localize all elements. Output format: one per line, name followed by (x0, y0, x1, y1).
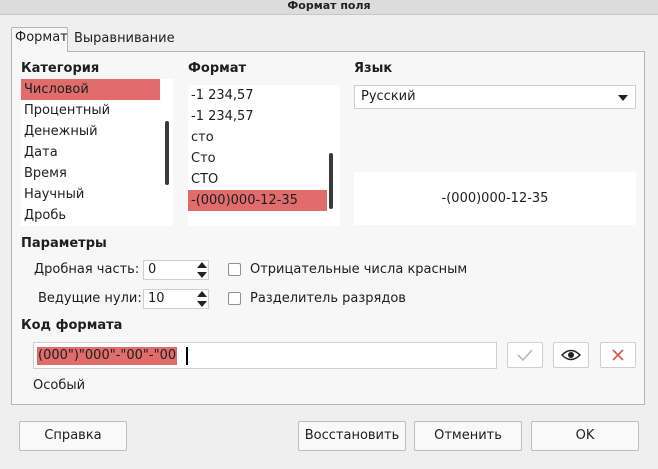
window-title: Формат поля (0, 0, 658, 15)
chevron-up-icon[interactable] (197, 291, 207, 297)
format-preview: -(000)000-12-35 (354, 172, 636, 225)
negative-red-label: Отрицательные числа красным (250, 262, 468, 277)
chevron-down-icon (618, 95, 628, 101)
text-caret (186, 347, 188, 365)
params-heading: Параметры (21, 236, 107, 251)
format-scrollbar[interactable] (329, 153, 333, 209)
format-heading: Формат (188, 61, 247, 76)
list-item[interactable]: Дробь (21, 205, 173, 226)
thousands-separator-label: Разделитель разрядов (250, 291, 406, 306)
format-code-selection: (000")"000"-"00"-"00 (37, 347, 178, 365)
list-item[interactable]: -(000)000-12-35 (188, 190, 327, 211)
category-heading: Категория (21, 61, 100, 76)
close-icon (612, 349, 624, 361)
delete-format-button[interactable] (600, 342, 636, 368)
chevron-down-icon[interactable] (197, 301, 207, 307)
checkmark-icon (517, 349, 533, 361)
edit-comment-button[interactable] (553, 342, 589, 368)
leading-zeros-label: Ведущие нули: (38, 291, 142, 306)
list-item[interactable]: Научный (21, 184, 173, 205)
tab-format[interactable]: Формат (11, 27, 68, 52)
category-list[interactable]: Числовой Процентный Денежный Дата Время … (21, 79, 173, 226)
language-value: Русский (361, 89, 416, 104)
list-item[interactable]: СТО (188, 169, 340, 190)
negative-red-checkbox[interactable] (228, 263, 241, 276)
language-select[interactable]: Русский (354, 85, 636, 109)
chevron-up-icon[interactable] (197, 262, 207, 268)
ok-button[interactable]: OK (531, 421, 639, 451)
leading-zeros-stepper[interactable] (195, 289, 207, 309)
list-item[interactable]: Время (21, 163, 173, 184)
list-item[interactable]: Числовой (21, 79, 160, 100)
category-scrollbar[interactable] (165, 121, 169, 185)
reset-button[interactable]: Восстановить (298, 421, 406, 451)
list-item[interactable]: -1 234,57 (188, 106, 340, 127)
cancel-button[interactable]: Отменить (414, 421, 522, 451)
list-item[interactable]: сто (188, 127, 340, 148)
list-item[interactable]: Дата (21, 142, 173, 163)
language-heading: Язык (354, 61, 393, 76)
format-code-input[interactable]: (000")"000"-"00"-"00 (33, 342, 497, 369)
help-button[interactable]: Справка (19, 421, 127, 451)
apply-format-button[interactable] (507, 342, 543, 368)
decimal-places-stepper[interactable] (195, 260, 207, 280)
tab-alignment[interactable]: Выравнивание (71, 29, 178, 51)
list-item[interactable]: Сто (188, 148, 340, 169)
format-status: Особый (33, 378, 86, 393)
format-code-heading: Код формата (21, 318, 123, 333)
eye-icon (561, 349, 581, 361)
format-list[interactable]: -1 234,57 -1 234,57 сто Сто СТО -(000)00… (188, 85, 340, 226)
list-item[interactable]: -1 234,57 (188, 85, 340, 106)
chevron-down-icon[interactable] (197, 272, 207, 278)
decimal-label: Дробная часть: (34, 262, 140, 277)
list-item[interactable]: Процентный (21, 100, 173, 121)
thousands-separator-checkbox[interactable] (228, 292, 241, 305)
list-item[interactable]: Денежный (21, 121, 173, 142)
